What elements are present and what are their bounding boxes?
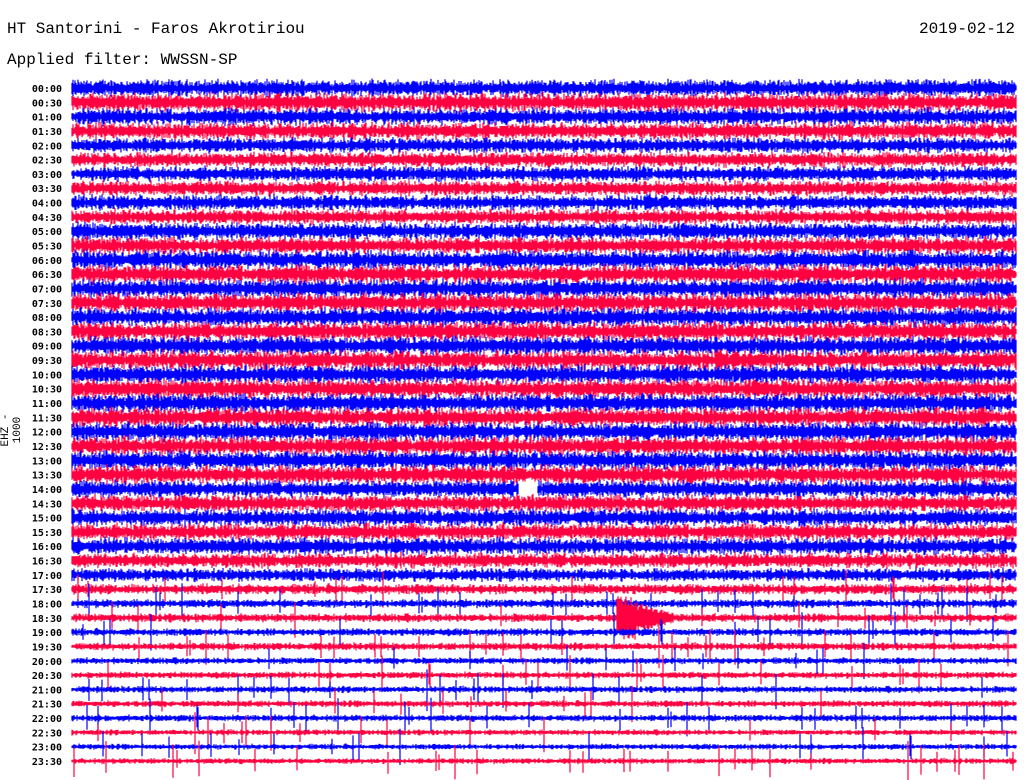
row-time-label: 15:30 <box>32 528 62 539</box>
helicorder-plot: 00:00 00:30 01:00 01:30 02:00 02:30 03:00 03:30… <box>32 78 1017 780</box>
row-time-label: 11:00 <box>32 399 62 410</box>
row-time-label: 00:00 <box>32 84 62 95</box>
row-time-label: 13:00 <box>32 456 62 467</box>
row-time-label: 14:30 <box>32 499 62 510</box>
row-time-label: 13:30 <box>32 471 62 482</box>
row-time-label: 22:00 <box>32 714 62 725</box>
row-time-label: 15:00 <box>32 514 62 525</box>
row-time-label: 00:30 <box>32 98 62 109</box>
row-time-label: 12:00 <box>32 428 62 439</box>
trace-row-1000 <box>71 363 1017 386</box>
row-time-label: 21:30 <box>32 700 62 711</box>
trace-row-0300 <box>71 165 1017 183</box>
trace-row-0330 <box>71 180 1017 197</box>
row-time-label: 23:00 <box>32 743 62 754</box>
row-time-label: 01:30 <box>32 127 62 138</box>
row-time-label: 08:30 <box>32 327 62 338</box>
row-time-label: 09:30 <box>32 356 62 367</box>
row-time-label: 11:30 <box>32 413 62 424</box>
row-time-label: 07:00 <box>32 284 62 295</box>
row-time-label: 12:30 <box>32 442 62 453</box>
row-time-label: 05:00 <box>32 227 62 238</box>
row-time-label: 06:00 <box>32 256 62 267</box>
row-time-label: 16:30 <box>32 557 62 568</box>
row-time-label: 16:00 <box>32 542 62 553</box>
trace-row-0230 <box>71 150 1017 169</box>
row-time-label: 19:00 <box>32 628 62 639</box>
row-time-label: 18:00 <box>32 599 62 610</box>
row-time-label: 02:30 <box>32 156 62 167</box>
trace-row-0030 <box>71 91 1017 114</box>
row-time-label: 04:00 <box>32 199 62 210</box>
trace-row-0530 <box>71 235 1017 256</box>
row-time-label: 06:30 <box>32 270 62 281</box>
row-time-label: 02:00 <box>32 141 62 152</box>
row-time-label: 09:00 <box>32 342 62 353</box>
row-time-label: 03:30 <box>32 184 62 195</box>
row-time-label: 20:30 <box>32 671 62 682</box>
row-time-label: 18:30 <box>32 614 62 625</box>
row-time-label: 07:30 <box>32 299 62 310</box>
row-time-label: 10:30 <box>32 385 62 396</box>
row-time-label: 23:30 <box>32 757 62 768</box>
trace-row-1400 <box>71 479 1017 499</box>
row-time-label: 05:30 <box>32 242 62 253</box>
row-time-label: 20:00 <box>32 657 62 668</box>
row-time-label: 19:30 <box>32 642 62 653</box>
row-time-label: 03:00 <box>32 170 62 181</box>
row-time-label: 22:30 <box>32 728 62 739</box>
row-time-label: 04:30 <box>32 213 62 224</box>
row-time-label: 10:00 <box>32 370 62 381</box>
trace-row-0430 <box>71 208 1017 226</box>
trace-row-1700 <box>71 567 1017 583</box>
trace-row-1630 <box>71 551 1017 570</box>
row-time-label: 01:00 <box>32 113 62 124</box>
row-time-label: 17:30 <box>32 585 62 596</box>
row-time-label: 17:00 <box>32 571 62 582</box>
row-time-label: 21:00 <box>32 685 62 696</box>
row-time-label: 08:00 <box>32 313 62 324</box>
row-time-label: 14:00 <box>32 485 62 496</box>
